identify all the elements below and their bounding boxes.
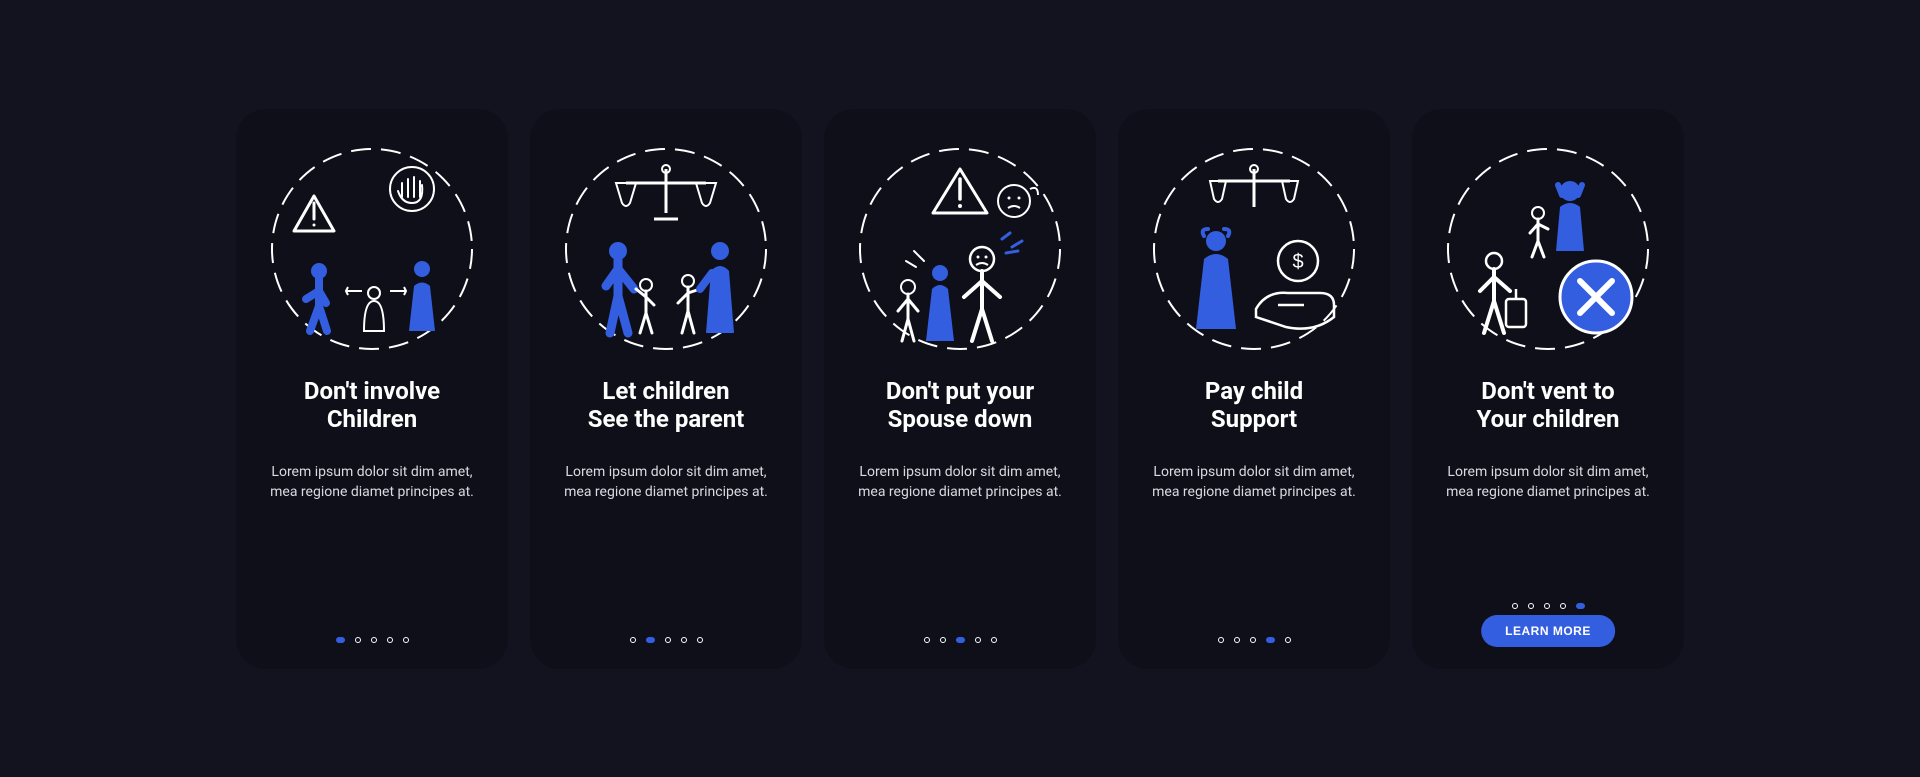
dot-4[interactable] (1266, 637, 1275, 643)
card-body: Lorem ipsum dolor sit dim amet, mea regi… (258, 462, 486, 503)
dot-5[interactable] (403, 637, 409, 643)
card-title: Don't vent toYour children (1477, 377, 1620, 435)
dot-1[interactable] (336, 637, 345, 643)
pay-child-support-icon: $ (1146, 141, 1362, 357)
card-body: Lorem ipsum dolor sit dim amet, mea regi… (1434, 462, 1662, 503)
dot-2[interactable] (1234, 637, 1240, 643)
dot-1[interactable] (1512, 603, 1518, 609)
learn-more-button[interactable]: LEARN MORE (1481, 615, 1615, 647)
dot-1[interactable] (630, 637, 636, 643)
card-body: Lorem ipsum dolor sit dim amet, mea regi… (1140, 462, 1368, 503)
dot-3[interactable] (665, 637, 671, 643)
card-title: Let childrenSee the parent (588, 377, 745, 435)
dot-5[interactable] (697, 637, 703, 643)
onboarding-card-2: Let childrenSee the parent Lorem ipsum d… (530, 109, 802, 669)
card-title: Pay childSupport (1205, 377, 1303, 435)
dot-2[interactable] (1528, 603, 1534, 609)
onboarding-card-1: Don't involveChildren Lorem ipsum dolor … (236, 109, 508, 669)
onboarding-card-3: Don't put yourSpouse down Lorem ipsum do… (824, 109, 1096, 669)
dot-5[interactable] (1576, 603, 1585, 609)
dot-4[interactable] (975, 637, 981, 643)
card-title: Don't put yourSpouse down (886, 377, 1034, 435)
page-indicator (824, 637, 1096, 643)
page-indicator (1118, 637, 1390, 643)
dot-4[interactable] (387, 637, 393, 643)
dot-4[interactable] (1560, 603, 1566, 609)
dont-vent-to-children-icon (1440, 141, 1656, 357)
card-body: Lorem ipsum dolor sit dim amet, mea regi… (552, 462, 780, 503)
card-body: Lorem ipsum dolor sit dim amet, mea regi… (846, 462, 1074, 503)
page-indicator (236, 637, 508, 643)
dot-4[interactable] (681, 637, 687, 643)
dot-3[interactable] (956, 637, 965, 643)
dont-involve-children-icon (264, 141, 480, 357)
dont-put-spouse-down-icon (852, 141, 1068, 357)
card-title: Don't involveChildren (304, 377, 440, 435)
dot-3[interactable] (1544, 603, 1550, 609)
page-indicator (530, 637, 802, 643)
dot-1[interactable] (1218, 637, 1224, 643)
dot-3[interactable] (1250, 637, 1256, 643)
page-indicator (1412, 603, 1684, 609)
dot-2[interactable] (940, 637, 946, 643)
dot-2[interactable] (355, 637, 361, 643)
dot-5[interactable] (991, 637, 997, 643)
dot-2[interactable] (646, 637, 655, 643)
dot-5[interactable] (1285, 637, 1291, 643)
onboarding-card-4: $ Pay childSupport Lorem ipsum dolor sit… (1118, 109, 1390, 669)
onboarding-card-5: Don't vent toYour children Lorem ipsum d… (1412, 109, 1684, 669)
dot-1[interactable] (924, 637, 930, 643)
dot-3[interactable] (371, 637, 377, 643)
svg-text:$: $ (1292, 251, 1303, 273)
let-children-see-parent-icon (558, 141, 774, 357)
